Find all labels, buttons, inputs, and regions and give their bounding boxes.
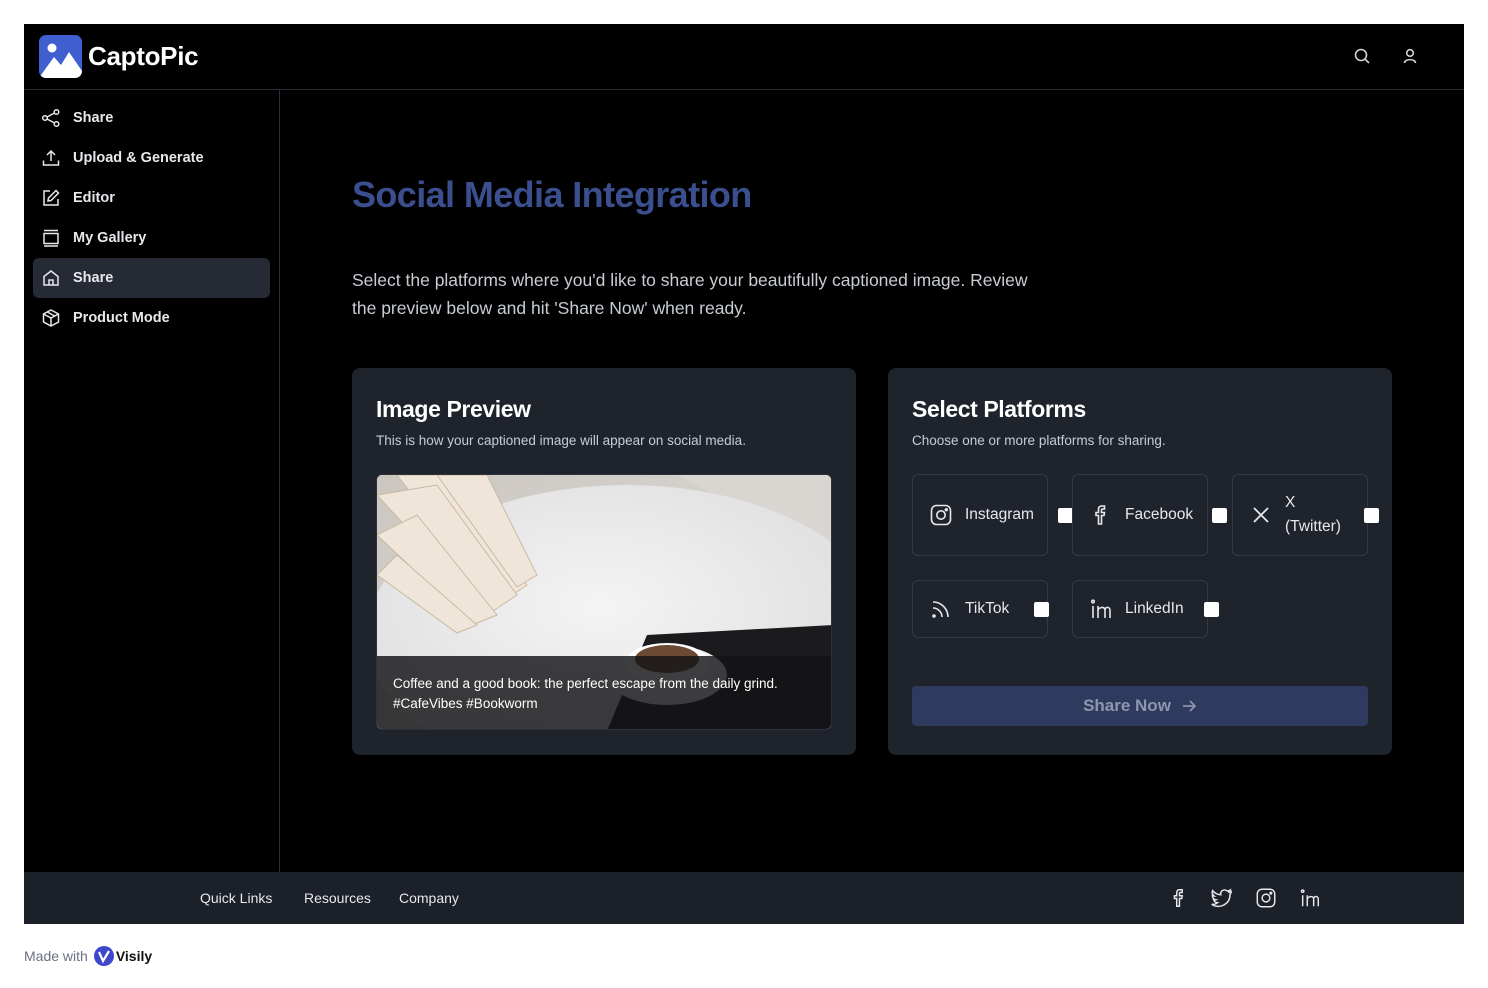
footer: Quick Links Resources Company <box>24 872 1464 924</box>
page-title: Social Media Integration <box>352 174 752 215</box>
share-now-label: Share Now <box>1083 696 1171 715</box>
instagram-checkbox[interactable] <box>1058 508 1073 523</box>
x-icon <box>1249 503 1273 527</box>
share-icon <box>41 108 61 128</box>
platform-label: TikTok <box>965 600 1010 617</box>
platform-option-x-twitter[interactable]: X (Twitter) <box>1232 474 1379 556</box>
made-with-badge[interactable]: Made with Visily <box>24 946 152 966</box>
instagram-icon[interactable] <box>1255 887 1277 909</box>
upload-icon <box>41 148 61 168</box>
platform-option-tiktok[interactable]: TikTok <box>912 580 1049 638</box>
main-content: Social Media Integration Select the plat… <box>280 90 1464 872</box>
platform-label: LinkedIn <box>1125 600 1184 617</box>
x-twitter-checkbox[interactable] <box>1364 508 1379 523</box>
platform-option-linkedin[interactable]: LinkedIn <box>1072 580 1219 638</box>
footer-link-quick-links[interactable]: Quick Links <box>200 890 272 906</box>
sidebar-item-product-mode[interactable]: Product Mode <box>33 298 270 338</box>
tiktok-checkbox[interactable] <box>1034 602 1049 617</box>
sidebar-item-label: Product Mode <box>73 310 170 326</box>
visily-logo-icon <box>93 946 114 966</box>
linkedin-icon[interactable] <box>1299 887 1321 909</box>
arrow-right-icon <box>1182 700 1197 712</box>
card-subtitle: Choose one or more platforms for sharing… <box>912 433 1166 448</box>
made-with-text: Made with <box>24 948 88 964</box>
footer-link-company[interactable]: Company <box>399 890 459 906</box>
platform-label-twitter: (Twitter) <box>1285 518 1341 535</box>
intro-text: Select the platforms where you'd like to… <box>352 270 1028 318</box>
select-platforms-card: Select Platforms Choose one or more plat… <box>888 368 1392 755</box>
sidebar: Share Upload & Generate Editor My Galler… <box>24 90 280 872</box>
sidebar-item-label: Upload & Generate <box>73 150 204 166</box>
logo-icon <box>39 35 82 78</box>
instagram-icon <box>929 503 953 527</box>
footer-link-resources[interactable]: Resources <box>304 890 371 906</box>
sidebar-item-label: Editor <box>73 190 115 206</box>
linkedin-checkbox[interactable] <box>1204 602 1219 617</box>
app-name: CaptoPic <box>88 41 199 71</box>
rss-icon <box>929 597 953 621</box>
platform-label: X (Twitter) <box>1285 491 1341 539</box>
twitter-icon[interactable] <box>1211 887 1233 909</box>
platform-option-facebook[interactable]: Facebook <box>1072 474 1227 556</box>
visily-brand: Visily <box>115 948 153 964</box>
card-subtitle: This is how your captioned image will ap… <box>376 433 746 448</box>
sidebar-item-share[interactable]: Share <box>33 98 270 138</box>
linkedin-icon <box>1089 597 1113 621</box>
caption-hashtags: #CafeVibes #Bookworm <box>393 696 538 711</box>
edit-icon <box>41 188 61 208</box>
facebook-icon <box>1089 503 1113 527</box>
sidebar-item-share-active[interactable]: Share <box>33 258 270 298</box>
image-preview: Coffee and a good book: the perfect esca… <box>376 474 832 730</box>
platform-label-x: X <box>1285 494 1296 511</box>
sidebar-item-label: My Gallery <box>73 230 147 246</box>
platform-label: Instagram <box>965 506 1034 523</box>
facebook-icon[interactable] <box>1168 887 1190 909</box>
card-title: Image Preview <box>376 396 531 422</box>
share-now-button[interactable]: Share Now <box>912 686 1368 726</box>
card-title: Select Platforms <box>912 396 1086 422</box>
sidebar-item-my-gallery[interactable]: My Gallery <box>33 218 270 258</box>
gallery-icon <box>41 228 61 248</box>
caption-text: Coffee and a good book: the perfect esca… <box>393 676 778 691</box>
home-icon <box>41 268 61 288</box>
sidebar-item-editor[interactable]: Editor <box>33 178 270 218</box>
platform-label: Facebook <box>1125 506 1194 523</box>
caption-overlay: Coffee and a good book: the perfect esca… <box>377 656 831 729</box>
user-icon[interactable] <box>1400 46 1420 66</box>
facebook-checkbox[interactable] <box>1212 508 1227 523</box>
search-icon[interactable] <box>1352 46 1372 66</box>
sidebar-item-label: Share <box>73 270 114 286</box>
image-preview-card: Image Preview This is how your captioned… <box>352 368 856 755</box>
box-icon <box>41 308 61 328</box>
sidebar-item-label: Share <box>73 110 114 126</box>
top-header: CaptoPic <box>24 24 1464 90</box>
sidebar-item-upload-generate[interactable]: Upload & Generate <box>33 138 270 178</box>
app-frame: CaptoPic Share Upload & Generate Editor … <box>24 24 1464 924</box>
app-logo[interactable]: CaptoPic <box>39 35 199 78</box>
platform-option-instagram[interactable]: Instagram <box>912 474 1073 556</box>
